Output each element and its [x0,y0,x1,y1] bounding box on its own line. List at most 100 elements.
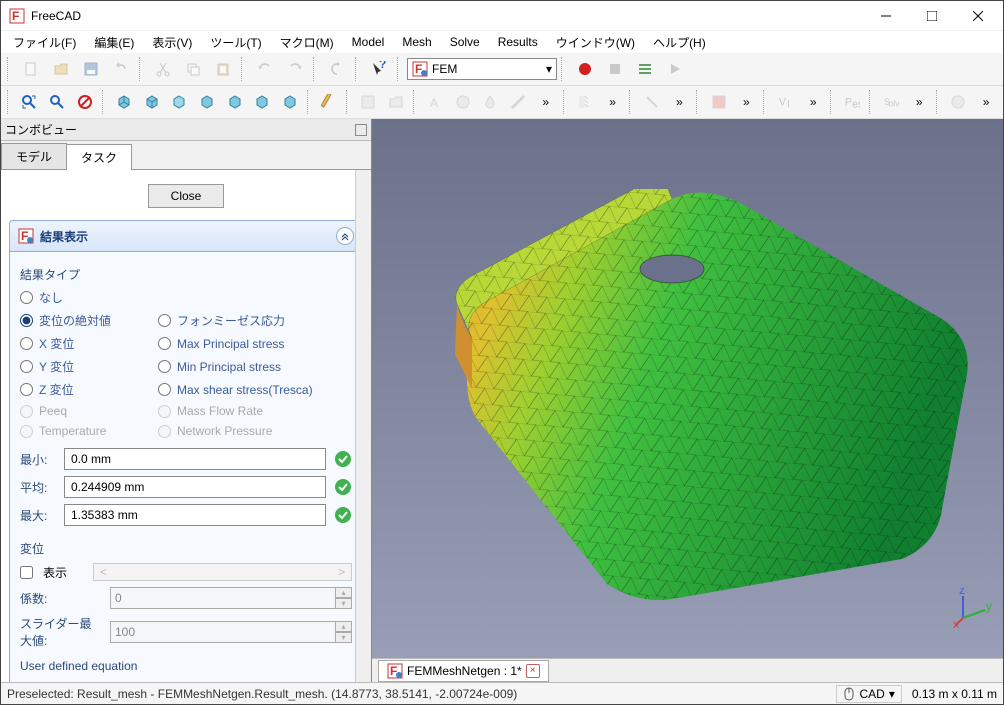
max-label: 最大: [20,507,56,524]
overflow-5[interactable]: » [800,88,826,116]
radio-none[interactable]: なし [20,289,140,306]
fit-all-icon[interactable] [17,88,43,116]
menu-help[interactable]: ヘルプ(H) [645,32,714,53]
minimize-button[interactable] [863,1,909,31]
solver-icon[interactable]: Solver [879,88,905,116]
save-icon[interactable] [77,55,105,83]
view-front-icon[interactable] [139,88,165,116]
chevron-up-icon[interactable] [336,227,354,245]
axis-triad-icon: z y x [953,588,993,628]
workbench-selector[interactable]: F FEM ▾ [407,58,557,80]
show-displacement-checkbox[interactable] [20,566,33,579]
material-icon[interactable]: A [422,88,448,116]
new-icon[interactable] [17,55,45,83]
menu-solve[interactable]: Solve [442,33,488,51]
radio-maxprincipal[interactable]: Max Principal stress [158,335,352,352]
chevron-down-icon: ▾ [546,62,552,76]
min-label: 最小: [20,451,56,468]
macro-stop-icon[interactable] [601,55,629,83]
slider-max-spinbox: ▴▾ [110,621,352,643]
view-left-icon[interactable] [277,88,303,116]
radio-abs[interactable]: 変位の絶対値 [20,312,140,329]
menu-mesh[interactable]: Mesh [394,33,439,51]
tab-close-icon[interactable]: × [526,664,540,678]
open-icon[interactable] [47,55,75,83]
sphere-icon[interactable] [450,88,476,116]
whatsthis-icon[interactable]: ? [365,55,393,83]
constraint-fixed-icon[interactable] [572,88,598,116]
nav-mode[interactable]: CAD ▾ [836,685,901,703]
macro-list-icon[interactable] [631,55,659,83]
mouse-icon [843,687,855,701]
overflow-4[interactable]: » [733,88,759,116]
maximize-button[interactable] [909,1,955,31]
view-right-icon[interactable] [194,88,220,116]
avg-label: 平均: [20,479,56,496]
fit-selection-icon[interactable] [44,88,70,116]
paste-icon[interactable] [209,55,237,83]
draw-style-icon[interactable] [72,88,98,116]
factor-label: 係数: [20,590,100,607]
copy-icon[interactable] [179,55,207,83]
radio-z[interactable]: Z 変位 [20,381,140,398]
tab-task[interactable]: タスク [66,144,132,170]
close-button[interactable] [955,1,1001,31]
document-tab[interactable]: F FEMMeshNetgen : 1* × [378,660,549,682]
svg-text:A: A [430,96,438,110]
redo-icon[interactable] [281,55,309,83]
view-iso-icon[interactable] [111,88,137,116]
max-value: 1.35383 mm [64,504,326,526]
fluid-icon[interactable] [478,88,504,116]
check-icon [334,478,352,496]
3d-viewport[interactable]: z y x F FEMMeshNetgen : 1* × [372,119,1003,682]
svg-text:?: ? [379,61,386,71]
undo-icon[interactable] [107,55,135,83]
task-header[interactable]: F 結果表示 [9,220,363,252]
vi-icon[interactable]: VI [773,88,799,116]
menu-macro[interactable]: マクロ(M) [272,32,342,53]
svg-text:F: F [12,9,19,23]
menu-results[interactable]: Results [490,33,546,51]
result-icon[interactable] [946,88,972,116]
cut-icon[interactable] [149,55,177,83]
analysis-icon[interactable] [355,88,381,116]
view-top-icon[interactable] [166,88,192,116]
toolbar-view: A » » » » VI » Pes Solver » » [1,86,1003,119]
radio-minprincipal[interactable]: Min Principal stress [158,358,352,375]
measure-icon[interactable] [316,88,342,116]
menu-file[interactable]: ファイル(F) [5,32,84,53]
displacement-label: 変位 [20,540,352,557]
scrollbar[interactable] [355,170,371,682]
macro-play-icon[interactable] [661,55,689,83]
menu-edit[interactable]: 編集(E) [86,32,142,53]
overflow-1[interactable]: » [533,88,559,116]
pes-icon[interactable]: Pes [840,88,866,116]
radio-temperature: Temperature [20,424,140,438]
thermal-icon[interactable] [706,88,732,116]
combo-tabs: モデル タスク [1,141,371,170]
refresh-icon[interactable] [323,55,351,83]
radio-y[interactable]: Y 変位 [20,358,140,375]
view-bottom-icon[interactable] [249,88,275,116]
folder-icon[interactable] [383,88,409,116]
tab-model[interactable]: モデル [1,143,67,169]
undo2-icon[interactable] [251,55,279,83]
view-rear-icon[interactable] [222,88,248,116]
macro-record-icon[interactable] [571,55,599,83]
dock-float-icon[interactable] [355,124,367,136]
radio-x[interactable]: X 変位 [20,335,140,352]
force-icon[interactable] [639,88,665,116]
overflow-7[interactable]: » [973,88,999,116]
menu-window[interactable]: ウインドウ(W) [548,32,643,53]
overflow-3[interactable]: » [667,88,693,116]
overflow-6[interactable]: » [906,88,932,116]
overflow-2[interactable]: » [600,88,626,116]
radio-maxshear[interactable]: Max shear stress(Tresca) [158,381,352,398]
menu-model[interactable]: Model [344,33,393,51]
radio-vonmises[interactable]: フォンミーゼス応力 [158,312,352,329]
menu-view[interactable]: 表示(V) [144,32,200,53]
beam-icon[interactable] [505,88,531,116]
close-button[interactable]: Close [148,184,225,208]
menu-tools[interactable]: ツール(T) [202,32,269,53]
document-tabs: F FEMMeshNetgen : 1* × [372,658,1003,682]
